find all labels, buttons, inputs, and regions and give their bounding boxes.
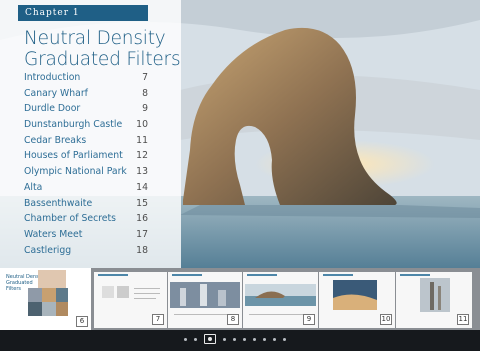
toc-item-label: Bassenthwaite [24, 197, 93, 209]
thumbnail-image [28, 270, 68, 316]
page-thumbnail[interactable]: 8 [168, 272, 242, 328]
thumbnail-text-line [174, 314, 234, 315]
toc-item-page: 17 [136, 228, 148, 240]
thumbnail-text-line [134, 293, 160, 294]
toc-panel: Chapter 1 Neutral Density Graduated Filt… [0, 0, 181, 268]
page-dot[interactable] [183, 337, 187, 341]
toc-item-label: Introduction [24, 72, 81, 83]
page-thumbnail[interactable]: 11 [396, 272, 472, 328]
toc-item-page: 14 [136, 181, 148, 193]
thumbnail-page-number: 7 [152, 314, 164, 325]
page-dot[interactable] [252, 337, 256, 341]
toc-item-label: Chamber of Secrets [24, 213, 117, 225]
page-indicator-bar [0, 330, 480, 351]
thumbnail-strip: Neutral Density Graduated Filters 6 7 8 [0, 268, 480, 330]
page-thumbnail[interactable]: Neutral Density Graduated Filters 6 [0, 268, 91, 330]
toc-item-page: 11 [136, 134, 148, 146]
page-thumbnail[interactable]: 9 [243, 272, 318, 328]
page-dot[interactable] [272, 337, 276, 341]
thumbnail-page-number: 10 [380, 314, 392, 325]
chapter-title-line2: Graduated Filters [24, 49, 181, 70]
toc-item[interactable]: Canary Wharf 8 [24, 86, 148, 102]
toc-item-label: Olympic National Park [24, 166, 127, 178]
toc-item[interactable]: Olympic National Park 13 [24, 164, 148, 180]
thumbnail-page-number: 6 [76, 316, 88, 327]
thumbnail-header-bar [98, 274, 128, 276]
thumbnail-header-bar [172, 274, 202, 276]
toc-item[interactable]: Bassenthwaite 15 [24, 196, 148, 212]
page-dot[interactable] [193, 337, 197, 341]
toc-item-page: 7 [142, 72, 148, 83]
toc-item-page: 10 [136, 119, 148, 131]
page-dot[interactable] [242, 337, 246, 341]
thumbnail-header-bar [323, 274, 353, 276]
page-dot[interactable] [282, 337, 286, 341]
page-dot[interactable] [232, 337, 236, 341]
thumbnail-image [420, 278, 450, 312]
page-dot[interactable] [262, 337, 266, 341]
page-thumbnail[interactable]: 10 [319, 272, 395, 328]
page-dot-active[interactable] [203, 334, 216, 344]
toc-item-label: Waters Meet [24, 228, 83, 240]
thumbnail-page-number: 8 [227, 314, 239, 325]
thumbnail-image [170, 282, 240, 308]
thumbnail-image [333, 280, 377, 310]
chapter-label: Chapter 1 [18, 5, 148, 21]
toc-list: Introduction 7 Canary Wharf 8 Durdle Door 9… [24, 70, 148, 258]
toc-item[interactable]: Durdle Door 9 [24, 101, 148, 117]
toc-item-page: 13 [136, 166, 148, 178]
toc-item-label: Dunstanburgh Castle [24, 119, 123, 131]
thumbnail-text-line [134, 298, 156, 299]
toc-item-label: Cedar Breaks [24, 134, 87, 146]
toc-item[interactable]: Houses of Parliament 12 [24, 148, 148, 164]
toc-item-label: Canary Wharf [24, 87, 88, 99]
toc-item-page: 8 [142, 87, 148, 99]
page-dot[interactable] [222, 337, 226, 341]
toc-item-label: Houses of Parliament [24, 150, 123, 162]
toc-item[interactable]: Introduction 7 [24, 70, 148, 86]
toc-item[interactable]: Waters Meet 17 [24, 227, 148, 243]
thumbnail-header-bar [400, 274, 430, 276]
toc-item-label: Alta [24, 181, 43, 193]
toc-item-page: 12 [136, 150, 148, 162]
toc-item-page: 9 [142, 103, 148, 115]
toc-item-page: 15 [136, 197, 148, 209]
chapter-title: Neutral Density Graduated Filters [24, 28, 284, 70]
toc-item-page: 16 [136, 213, 148, 225]
toc-item[interactable]: Alta 14 [24, 180, 148, 196]
page-thumbnail[interactable]: 7 [94, 272, 167, 328]
thumbnail-header-bar [247, 274, 277, 276]
page-dots [183, 334, 286, 344]
thumbnail-page-number: 11 [457, 314, 469, 325]
toc-item[interactable]: Chamber of Secrets 16 [24, 211, 148, 227]
chapter-title-line1: Neutral Density [24, 28, 166, 49]
thumbnail-text-line [134, 288, 160, 289]
toc-item-page: 18 [136, 244, 148, 256]
toc-item-label: Durdle Door [24, 103, 81, 115]
toc-item-label: Castlerigg [24, 244, 72, 256]
toc-item[interactable]: Castlerigg 18 [24, 243, 148, 259]
thumbnail-image [102, 286, 129, 298]
thumbnail-page-number: 9 [303, 314, 315, 325]
thumbnail-text-line [249, 314, 309, 315]
toc-item[interactable]: Cedar Breaks 11 [24, 133, 148, 149]
thumbnail-image [245, 284, 316, 306]
toc-item[interactable]: Dunstanburgh Castle 10 [24, 117, 148, 133]
